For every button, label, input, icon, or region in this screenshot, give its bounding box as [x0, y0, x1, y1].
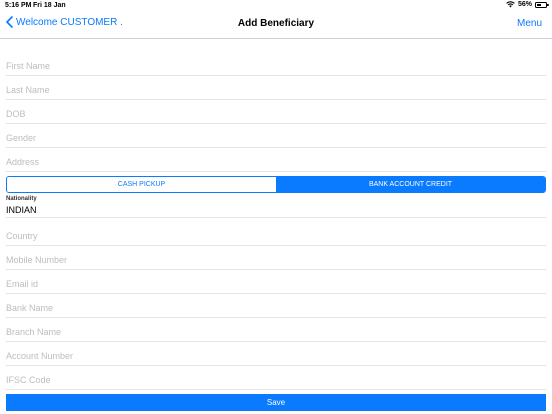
segment-cash-pickup[interactable]: CASH PICKUP [7, 177, 276, 192]
status-right: 56% [506, 1, 549, 8]
address-field[interactable] [6, 148, 546, 171]
battery-percent: 56% [517, 1, 532, 8]
nationality-divider [6, 217, 546, 218]
dob-field[interactable] [6, 100, 546, 123]
mobile-number-field-container [6, 246, 546, 270]
email-field[interactable] [6, 270, 546, 293]
mobile-number-field[interactable] [6, 246, 546, 269]
status-time: 5:16 PM [5, 2, 32, 9]
gender-field-container [6, 124, 546, 148]
first-name-field-container [6, 52, 546, 76]
account-number-field-container [6, 342, 546, 366]
gender-field[interactable] [6, 124, 546, 147]
nationality-label: Nationality [6, 196, 37, 202]
account-number-field[interactable] [6, 342, 546, 365]
country-field[interactable] [6, 222, 546, 245]
status-bar: 5:16 PM Fri 18 Jan 56% [0, 0, 552, 12]
battery-fill [537, 3, 542, 6]
branch-name-field-container [6, 318, 546, 342]
save-button[interactable]: Save [6, 394, 546, 411]
email-field-container [6, 270, 546, 294]
page-title: Add Beneficiary [237, 18, 315, 29]
transfer-type-segmented-control: CASH PICKUP BANK ACCOUNT CREDIT [6, 176, 546, 193]
last-name-field-container [6, 76, 546, 100]
address-field-container [6, 148, 546, 172]
ifsc-code-field-container [6, 366, 546, 390]
wifi-icon [506, 1, 515, 8]
bank-name-field-container [6, 294, 546, 318]
ifsc-code-field[interactable] [6, 366, 546, 389]
bank-name-field[interactable] [6, 294, 546, 317]
status-date: Fri 18 Jan [33, 2, 66, 9]
menu-button[interactable]: Menu [517, 18, 542, 29]
nationality-value[interactable]: INDIAN [6, 205, 37, 215]
last-name-field[interactable] [6, 76, 546, 99]
branch-name-field[interactable] [6, 318, 546, 341]
segment-bank-account-credit[interactable]: BANK ACCOUNT CREDIT [276, 177, 545, 192]
country-field-container [6, 222, 546, 246]
first-name-field[interactable] [6, 52, 546, 75]
navigation-bar: Welcome CUSTOMER . Add Beneficiary Menu [0, 12, 552, 39]
dob-field-container [6, 100, 546, 124]
battery-icon [535, 1, 549, 8]
